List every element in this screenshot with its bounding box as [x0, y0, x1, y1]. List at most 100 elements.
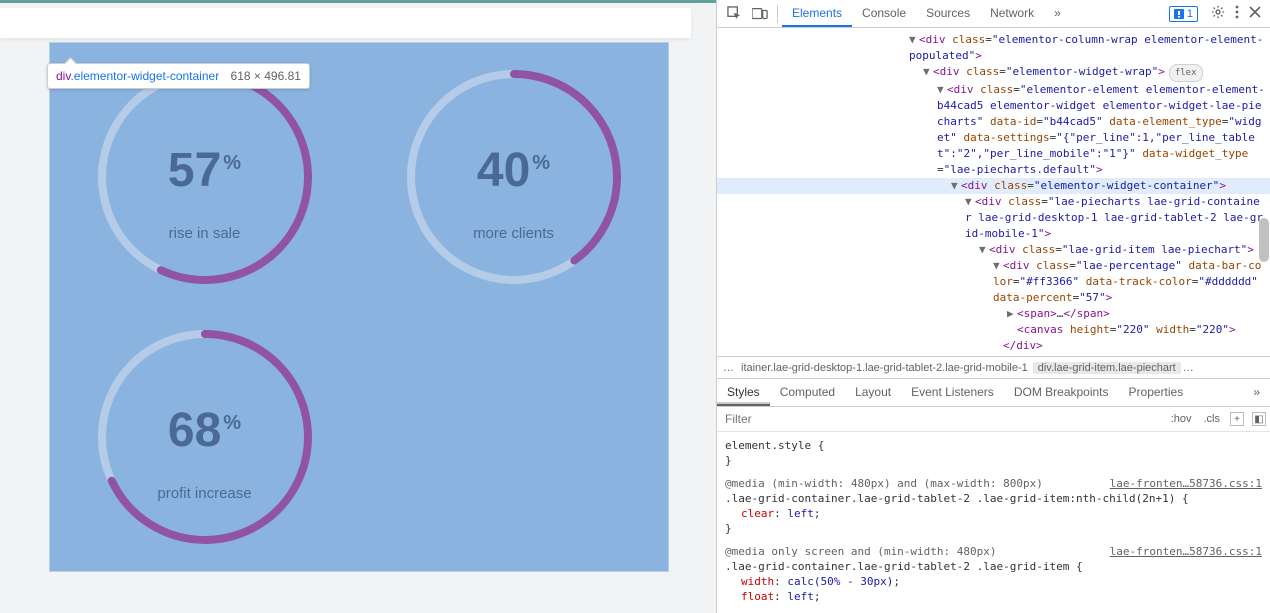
prop-value: calc(50% - 30px)	[787, 575, 893, 588]
dom-html: <div class="lae-piecharts lae-grid-conta…	[965, 195, 1263, 240]
separator	[777, 5, 778, 23]
crumb-item[interactable]: itainer.lae-grid-desktop-1.lae-grid-tabl…	[736, 362, 1033, 374]
dom-html: <div class="lae-percentage" data-bar-col…	[993, 259, 1261, 304]
colon: :	[774, 575, 787, 588]
tooltip-tag: div	[56, 69, 70, 83]
breadcrumb[interactable]: … itainer.lae-grid-desktop-1.lae-grid-ta…	[717, 356, 1270, 379]
new-style-rule-button[interactable]: +	[1230, 412, 1244, 426]
tab-console[interactable]: Console	[852, 0, 916, 27]
rule-media: @media only screen and (min-width: 480px…	[725, 545, 997, 558]
piechart-number: 57	[168, 147, 221, 195]
style-rule[interactable]: element.style { }	[725, 438, 1262, 468]
percent-sign: %	[223, 153, 241, 173]
dom-tree[interactable]: ▼<div class="elementor-column-wrap eleme…	[717, 28, 1270, 356]
piechart-number: 68	[168, 407, 221, 455]
inspect-icon[interactable]	[721, 2, 747, 26]
tabs-overflow[interactable]: »	[1044, 0, 1071, 27]
tab-styles[interactable]: Styles	[717, 379, 770, 406]
crumb-item-current[interactable]: div.lae-grid-item.lae-piechart	[1033, 362, 1181, 374]
piechart-value: 68 %	[168, 372, 241, 455]
scrollbar-thumb[interactable]	[1259, 218, 1269, 262]
piechart-canvas: 57 % rise in sale	[95, 67, 315, 287]
styles-tabbar: Styles Computed Layout Event Listeners D…	[717, 379, 1270, 407]
styles-filter-row: :hov .cls + ◧	[717, 407, 1270, 432]
tab-network[interactable]: Network	[980, 0, 1044, 27]
piechart-center: 57 % rise in sale	[95, 67, 315, 287]
hov-toggle[interactable]: :hov	[1165, 413, 1198, 425]
tab-sources[interactable]: Sources	[916, 0, 980, 27]
crumb-ellipsis[interactable]: …	[1181, 362, 1196, 374]
piechart-label: more clients	[473, 225, 554, 242]
elementor-widget-container: 57 % rise in sale 40 % m	[50, 43, 668, 571]
piechart-canvas: 40 % more clients	[404, 67, 624, 287]
rule-close: }	[725, 522, 732, 535]
dom-node[interactable]: ▼<div class="lae-piecharts lae-grid-cont…	[717, 194, 1270, 242]
piechart-center: 68 % profit increase	[95, 327, 315, 547]
style-rule[interactable]: lae-fronten…58736.css:1 @media (min-widt…	[725, 476, 1262, 536]
settings-icon[interactable]	[1206, 5, 1230, 22]
tabs-overflow[interactable]: »	[1243, 379, 1270, 406]
dom-html: <div class="elementor-widget-container">	[961, 179, 1226, 192]
rule-source-link[interactable]: lae-fronten…58736.css:1	[1110, 476, 1262, 491]
dom-node[interactable]: ▼<div class="elementor-widget-wrap">flex	[717, 64, 1270, 82]
dom-node[interactable]: ▶<span>…</span>	[717, 306, 1270, 322]
page-edge	[0, 8, 691, 38]
rule-selector: .lae-grid-container.lae-grid-tablet-2 .l…	[725, 560, 1083, 573]
prop-name: width	[741, 575, 774, 588]
tab-computed[interactable]: Computed	[770, 379, 845, 406]
dom-node[interactable]: <canvas height="220" width="220">	[717, 322, 1270, 338]
piechart-value: 57 %	[168, 112, 241, 195]
style-rule[interactable]: lae-fronten…58736.css:1 @media only scre…	[725, 544, 1262, 604]
kebab-icon[interactable]	[1230, 5, 1244, 22]
colon: :	[774, 590, 787, 603]
dom-html: <div class="elementor-element elementor-…	[937, 83, 1265, 176]
dom-node[interactable]: ▼<div class="elementor-column-wrap eleme…	[717, 32, 1270, 64]
prop-value: left	[787, 507, 814, 520]
rule-selector: .lae-grid-container.lae-grid-tablet-2 .l…	[725, 492, 1189, 505]
dom-html: <div class="elementor-column-wrap elemen…	[909, 33, 1263, 62]
tab-properties[interactable]: Properties	[1119, 379, 1194, 406]
flex-pill[interactable]: flex	[1169, 64, 1203, 82]
percent-sign: %	[223, 413, 241, 433]
tab-dom-breakpoints[interactable]: DOM Breakpoints	[1004, 379, 1119, 406]
semi: ;	[893, 575, 900, 588]
dom-html: <canvas height="220" width="220">	[1017, 323, 1236, 336]
issues-badge[interactable]: 1	[1169, 6, 1198, 22]
crumb-ellipsis[interactable]: …	[721, 362, 736, 374]
semi: ;	[814, 507, 821, 520]
piechart-item: 40 % more clients	[359, 47, 668, 307]
tooltip-dims: 618 × 496.81	[231, 69, 301, 83]
piechart-number: 40	[477, 147, 530, 195]
devtools-toolbar: Elements Console Sources Network » 1	[717, 0, 1270, 28]
dom-html: <span>…</span>	[1017, 307, 1110, 320]
issues-count: 1	[1187, 8, 1193, 20]
tab-elements[interactable]: Elements	[782, 0, 852, 27]
piechart-label: profit increase	[157, 485, 251, 502]
devtools-panel: Elements Console Sources Network » 1 ▼<d…	[716, 0, 1270, 613]
close-icon[interactable]	[1244, 6, 1266, 21]
rule-close: }	[725, 454, 732, 467]
tab-layout[interactable]: Layout	[845, 379, 901, 406]
cls-toggle[interactable]: .cls	[1198, 413, 1227, 425]
percent-sign: %	[532, 153, 550, 173]
styles-rules[interactable]: element.style { } lae-fronten…58736.css:…	[717, 432, 1270, 613]
dom-node[interactable]: <div class="lae-label">rise in sale</div…	[717, 354, 1270, 356]
dom-node[interactable]: ▼<div class="lae-percentage" data-bar-co…	[717, 258, 1270, 306]
device-toggle-icon[interactable]	[747, 2, 773, 26]
prop-name: float	[741, 590, 774, 603]
piechart-canvas: 68 % profit increase	[95, 327, 315, 547]
dom-html: </div>	[1003, 339, 1043, 352]
dom-html: <div class="lae-grid-item lae-piechart">	[989, 243, 1254, 256]
tab-event-listeners[interactable]: Event Listeners	[901, 379, 1004, 406]
colon: :	[774, 507, 787, 520]
dom-node-selected[interactable]: ▼<div class="elementor-widget-container"…	[717, 178, 1270, 194]
dom-html: <div class="elementor-widget-wrap">	[933, 65, 1165, 78]
rule-source-link[interactable]: lae-fronten…58736.css:1	[1110, 544, 1262, 559]
dom-node[interactable]: </div>	[717, 338, 1270, 354]
piechart-value: 40 %	[477, 112, 550, 195]
dom-node[interactable]: ▼<div class="lae-grid-item lae-piechart"…	[717, 242, 1270, 258]
computed-toggle-icon[interactable]: ◧	[1252, 412, 1266, 426]
tooltip-class: .elementor-widget-container	[70, 69, 219, 83]
dom-node[interactable]: ▼<div class="elementor-element elementor…	[717, 82, 1270, 178]
styles-filter-input[interactable]	[717, 412, 1165, 426]
